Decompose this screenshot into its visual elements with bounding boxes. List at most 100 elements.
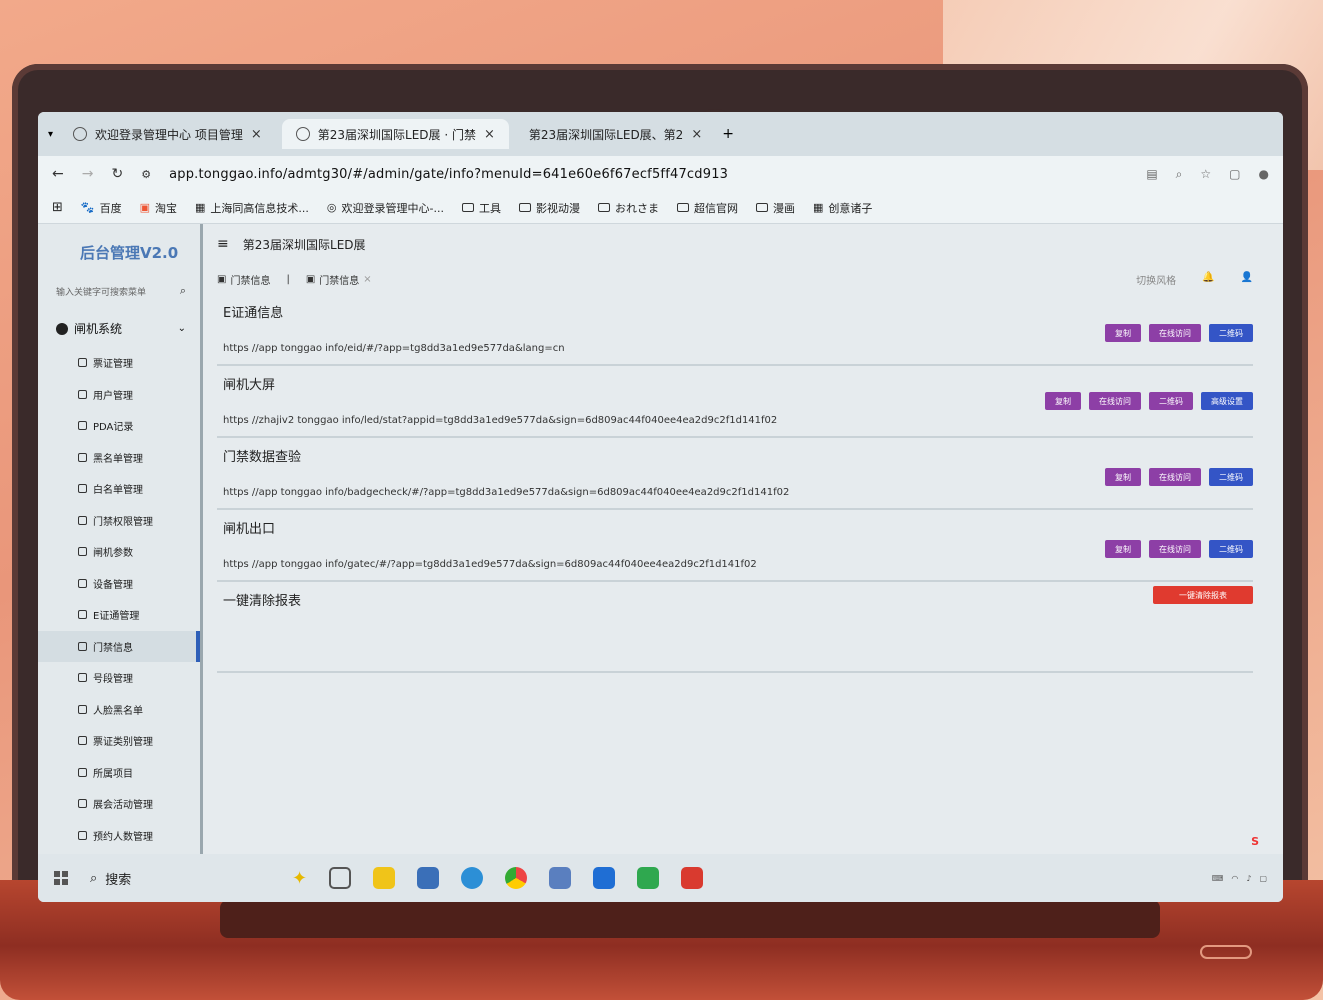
section-link[interactable] xyxy=(223,631,1253,645)
section-action-button[interactable]: 二维码 xyxy=(1209,468,1253,486)
section-action-button[interactable]: 二维码 xyxy=(1209,324,1253,342)
file-explorer-icon[interactable] xyxy=(373,867,396,889)
section-action-button[interactable]: 二维码 xyxy=(1209,540,1253,558)
bookmark-admin[interactable]: ◎ 欢迎登录管理中心-... xyxy=(327,200,444,216)
bell-icon[interactable]: 🔔 xyxy=(1202,272,1214,287)
windows-start-icon[interactable] xyxy=(54,871,68,885)
app-icon[interactable] xyxy=(549,867,572,889)
search-icon[interactable]: ⌕ xyxy=(180,284,186,298)
forward-arrow-icon[interactable]: → xyxy=(82,166,94,182)
ime-indicator[interactable]: S xyxy=(1251,835,1259,848)
bookmark-tonggao[interactable]: ▦ 上海同高信息技术... xyxy=(195,200,309,216)
section-action-button[interactable]: 复制 xyxy=(1045,392,1081,410)
sidebar-item[interactable]: PDA记录 xyxy=(38,410,200,442)
site-settings-icon[interactable]: ⚙ xyxy=(141,168,151,181)
app-icon[interactable] xyxy=(593,867,616,889)
menu-search-input[interactable]: 输入关键字可搜索菜单 xyxy=(56,285,146,298)
sidebar-item[interactable]: E证通管理 xyxy=(38,599,200,631)
new-tab-button[interactable]: + xyxy=(722,126,734,142)
sidebar-item-label: 闸机参数 xyxy=(93,548,133,560)
section-action-button[interactable]: 在线访问 xyxy=(1149,468,1201,486)
tag-gate-info-active[interactable]: ▣ 门禁信息 × xyxy=(306,272,372,287)
wps-icon[interactable] xyxy=(681,867,704,889)
edge-icon[interactable] xyxy=(461,867,484,889)
back-arrow-icon[interactable]: ← xyxy=(52,166,64,182)
menu-search[interactable]: 输入关键字可搜索菜单 ⌕ xyxy=(56,284,186,298)
sidebar-item[interactable]: 号段管理 xyxy=(38,662,200,694)
close-tab-icon[interactable]: × xyxy=(691,127,702,142)
section-action-button[interactable]: 二维码 xyxy=(1149,392,1193,410)
power-button[interactable] xyxy=(1200,945,1252,959)
apps-grid-icon[interactable]: ⊞ xyxy=(52,200,63,215)
section-link[interactable]: https //app tonggao info/gatec/#/?app=tg… xyxy=(223,559,1253,570)
bookmark-folder-oresama[interactable]: おれさま xyxy=(598,200,659,216)
bookmark-folder-video[interactable]: 影视动漫 xyxy=(519,200,580,216)
theme-switch[interactable]: 切换风格 xyxy=(1136,272,1176,287)
sidebar-item[interactable]: 预约人数管理 xyxy=(38,820,200,852)
browser-tab-gate[interactable]: 第23届深圳国际LED展 · 门禁 × xyxy=(281,119,509,149)
sidebar-item[interactable]: 展会活动管理 xyxy=(38,788,200,820)
section-action-button[interactable]: 复制 xyxy=(1105,468,1141,486)
bookmark-folder-official[interactable]: 超信官网 xyxy=(677,200,738,216)
browser-tab-admin[interactable]: 欢迎登录管理中心 项目管理 × xyxy=(59,119,276,149)
app-icon[interactable] xyxy=(417,867,440,889)
section-action-button[interactable]: 复制 xyxy=(1105,324,1141,342)
sidebar-item[interactable]: 票证管理 xyxy=(38,347,200,379)
section-link[interactable]: https //zhajiv2 tonggao info/led/stat?ap… xyxy=(223,415,1253,426)
sidebar-item[interactable]: 所属项目 xyxy=(38,757,200,789)
notification-icon[interactable]: ▢ xyxy=(1259,874,1267,883)
menu-toggle-icon[interactable]: ≡ xyxy=(217,236,229,252)
section-action-button[interactable]: 高级设置 xyxy=(1201,392,1253,410)
bookmark-folder-comic[interactable]: 漫画 xyxy=(756,200,795,216)
section-actions: 复制 在线访问 二维码 xyxy=(1105,468,1253,486)
url-field[interactable]: app.tonggao.info/admtg30/#/admin/gate/in… xyxy=(169,167,728,182)
section-action-button[interactable]: 复制 xyxy=(1105,540,1141,558)
copilot-icon[interactable]: ✦ xyxy=(292,868,307,889)
close-icon[interactable]: × xyxy=(363,274,371,285)
profile-icon[interactable]: ● xyxy=(1259,167,1269,182)
taskbar-search[interactable]: ⌕ 搜索 xyxy=(90,869,270,888)
section-action-button[interactable]: 在线访问 xyxy=(1089,392,1141,410)
sidebar-item-label: 门禁信息 xyxy=(93,642,133,654)
folder-icon xyxy=(677,203,689,212)
sidebar-item[interactable]: 人脸黑名单 xyxy=(38,694,200,726)
translate-icon[interactable]: ▤ xyxy=(1146,167,1157,182)
bookmark-baidu[interactable]: 🐾 百度 xyxy=(81,200,122,216)
sidebar-item[interactable]: 票证类别管理 xyxy=(38,725,200,757)
bookmark-folder-tools[interactable]: 工具 xyxy=(462,200,501,216)
app-icon[interactable] xyxy=(637,867,660,889)
chrome-icon[interactable] xyxy=(505,867,528,889)
star-icon[interactable]: ☆ xyxy=(1200,167,1211,182)
tab-list-chevron-icon[interactable]: ▾ xyxy=(48,129,53,140)
sidebar-item[interactable]: 用户管理 xyxy=(38,379,200,411)
sidebar-item[interactable]: 门禁信息 xyxy=(38,630,200,662)
reload-icon[interactable]: ↻ xyxy=(111,166,123,182)
close-tab-icon[interactable]: × xyxy=(251,127,262,142)
extensions-icon[interactable]: ▢ xyxy=(1229,167,1240,182)
sidebar-item[interactable]: 白名单管理 xyxy=(38,473,200,505)
sidebar-item[interactable]: 黑名单管理 xyxy=(38,442,200,474)
section-link[interactable]: https //app tonggao info/badgecheck/#/?a… xyxy=(223,487,1253,498)
section-action-button[interactable]: 一键清除报表 xyxy=(1153,586,1253,604)
wifi-icon[interactable]: ◠ xyxy=(1231,874,1238,883)
sidebar-item-label: 票证类别管理 xyxy=(93,737,153,749)
folder-icon xyxy=(519,203,531,212)
sidebar-item[interactable]: 门禁权限管理 xyxy=(38,505,200,537)
bookmark-taobao[interactable]: ▣ 淘宝 xyxy=(140,200,177,216)
user-avatar-icon[interactable]: 👤 xyxy=(1241,272,1253,287)
sidebar-item-label: PDA记录 xyxy=(93,422,134,434)
close-tab-icon[interactable]: × xyxy=(484,127,495,142)
bookmark-creative[interactable]: ▦ 创意诸子 xyxy=(813,200,872,216)
browser-tab-led[interactable]: 第23届深圳国际LED展、第2 × xyxy=(515,119,716,149)
tag-gate-info[interactable]: ▣ 门禁信息 xyxy=(217,272,270,287)
task-view-icon[interactable] xyxy=(329,867,352,889)
sidebar-group-gate-system[interactable]: 闸机系统 ⌄ xyxy=(38,314,200,347)
section-action-button[interactable]: 在线访问 xyxy=(1149,324,1201,342)
keyboard-icon[interactable]: ⌨ xyxy=(1212,874,1224,883)
sidebar-item[interactable]: 闸机参数 xyxy=(38,536,200,568)
section-action-button[interactable]: 在线访问 xyxy=(1149,540,1201,558)
section-link[interactable]: https //app tonggao info/eid/#/?app=tg8d… xyxy=(223,343,1253,354)
volume-icon[interactable]: ♪ xyxy=(1246,874,1251,883)
sidebar-item[interactable]: 设备管理 xyxy=(38,568,200,600)
zoom-icon[interactable]: ⌕ xyxy=(1176,167,1183,182)
